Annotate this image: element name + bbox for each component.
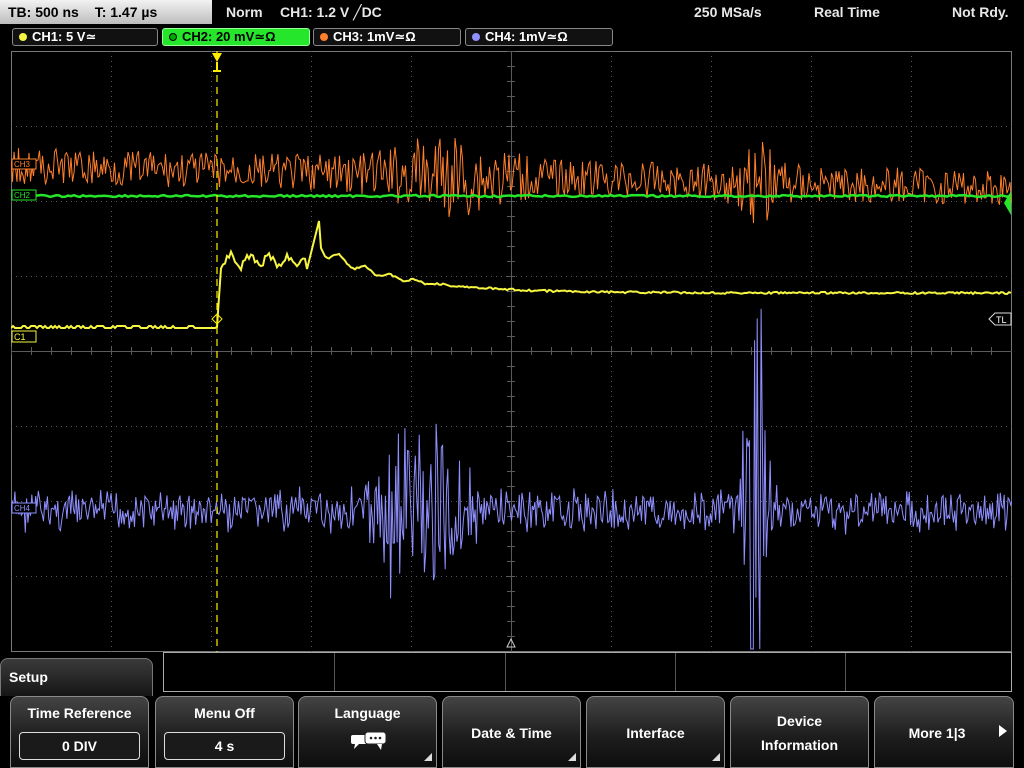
menu-title-tab: Setup [0,658,153,696]
svg-text:CH4: CH4 [14,504,31,513]
acquisition-realtime: Real Time [814,4,880,20]
submenu-corner-icon [424,753,432,761]
svg-text:CH3: CH3 [14,160,31,169]
ch4-level-marker[interactable]: CH4 [11,502,37,514]
channel-tab-ch3[interactable]: CH3: 1mV≃Ω [313,28,461,46]
softkey-device-information[interactable]: Device Information [730,696,869,768]
softkey-label: Time Reference [27,705,132,721]
channel-label: CH1: 5 V≃ [32,29,97,44]
waveform-display[interactable]: CH3 CH2 C1 CH4 TL [11,51,1012,652]
softkey-label-line1: Device [776,713,823,729]
channel-bar: CH1: 5 V≃ CH2: 20 mV≃Ω CH3: 1mV≃Ω CH4: 1… [0,26,1024,48]
ch1-dot-icon [19,33,27,41]
ch1-level-marker[interactable]: C1 [11,330,37,343]
arrow-right-icon [999,725,1007,737]
trigger-time-value: T: 1.47 µs [94,4,158,20]
trigger-info[interactable]: CH1: 1.2 V ╱DC [280,0,382,24]
speech-bubbles-icon [351,731,387,750]
acquisition-mode[interactable]: Norm [226,0,263,24]
ch3-level-marker[interactable]: CH3 [11,158,37,170]
timebase-box[interactable]: TB: 500 ns T: 1.47 µs [0,0,212,24]
svg-text:C1: C1 [14,332,26,342]
channel-tab-ch4[interactable]: CH4: 1mV≃Ω [465,28,613,46]
softkey-label: Interface [626,725,685,741]
softkey-time-reference[interactable]: Time Reference 0 DIV [10,696,149,768]
softkey-label: More 1|3 [908,725,966,741]
channel-label: CH4: 1mV≃Ω [485,29,568,44]
menu-off-value: 4 s [164,732,285,760]
timebase-value: TB: 500 ns [8,4,79,20]
ch2-dot-icon [169,33,177,41]
channel-tab-ch2[interactable]: CH2: 20 mV≃Ω [162,28,310,46]
softkey-label: Date & Time [471,725,552,741]
ch3-dot-icon [320,33,328,41]
ch4-dot-icon [472,33,480,41]
submenu-corner-icon [712,753,720,761]
ch2-level-marker[interactable]: CH2 [11,189,37,201]
softkey-interface[interactable]: Interface [586,696,725,768]
softkey-label: Menu Off [194,705,255,721]
waveform-svg: CH3 CH2 C1 CH4 TL [11,51,1012,652]
softkey-more[interactable]: More 1|3 [874,696,1014,768]
softkey-language[interactable]: Language [298,696,437,768]
softkey-label: Language [334,705,401,721]
svg-text:TL: TL [996,315,1007,325]
time-reference-value: 0 DIV [19,732,140,760]
submenu-corner-icon [568,753,576,761]
channel-label: CH3: 1mV≃Ω [333,29,416,44]
softkey-menu-off[interactable]: Menu Off 4 s [155,696,294,768]
channel-tab-ch1[interactable]: CH1: 5 V≃ [12,28,158,46]
status-bar: TB: 500 ns T: 1.47 µs Norm CH1: 1.2 V ╱D… [0,0,1024,25]
softkey-label-line2: Information [761,737,838,753]
menu-info-strip [163,652,1012,692]
trigger-status: Not Rdy. [952,4,1009,20]
channel-label: CH2: 20 mV≃Ω [182,29,276,44]
sample-rate: 250 MSa/s [694,4,762,20]
softkey-date-time[interactable]: Date & Time [442,696,581,768]
svg-text:CH2: CH2 [14,191,31,200]
